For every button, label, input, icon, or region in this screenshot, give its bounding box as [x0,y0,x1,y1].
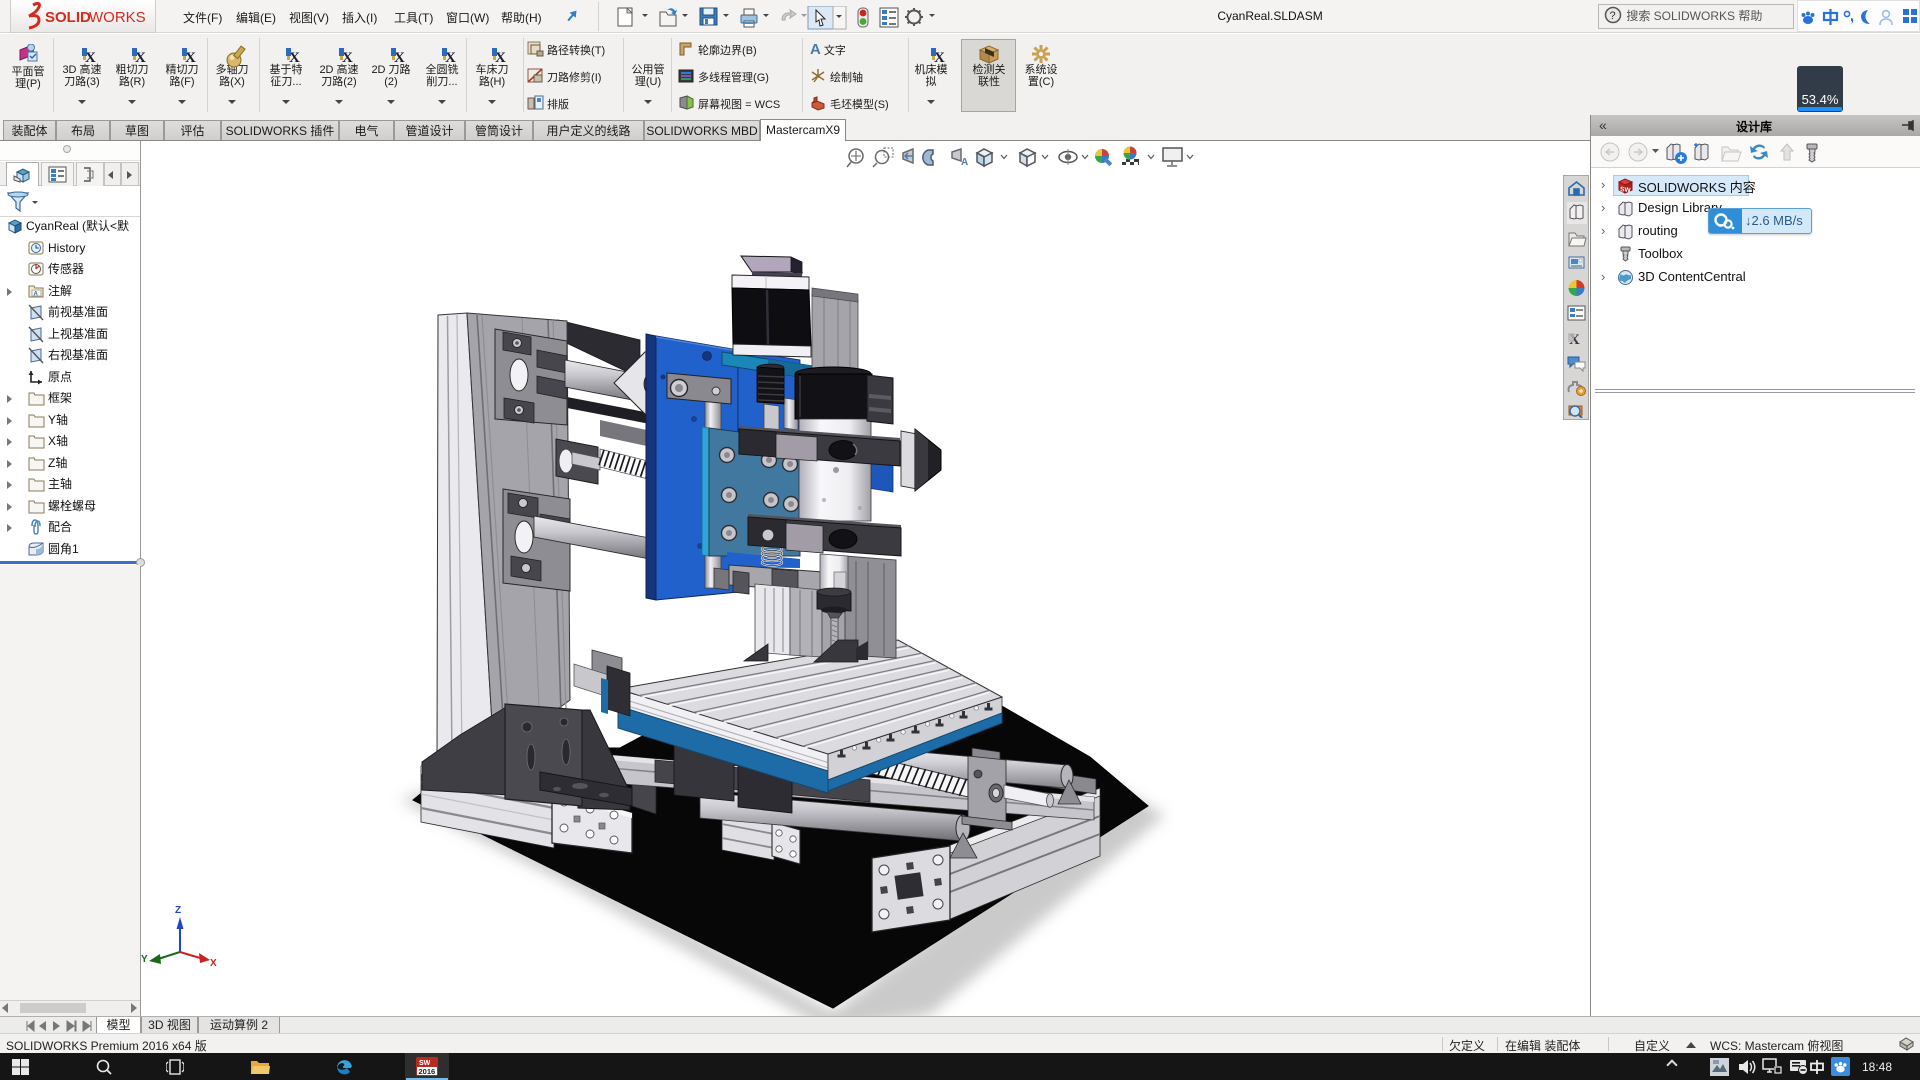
svg-text:Z: Z [175,905,181,916]
svg-text:SW: SW [419,1060,431,1067]
svg-text:X: X [210,958,217,969]
svg-text:Y: Y [141,954,148,965]
svg-text:SW: SW [1620,186,1631,194]
svg-text:A: A [34,292,39,298]
svg-text:A: A [961,157,968,168]
svg-text:2016: 2016 [419,1067,436,1076]
